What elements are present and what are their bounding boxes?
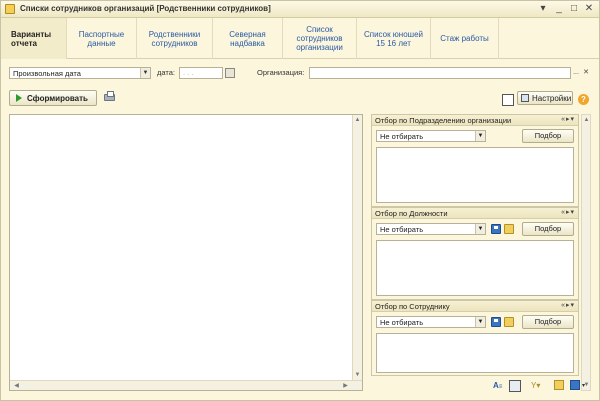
panel-title: Отбор по Сотруднику — [375, 302, 450, 311]
tab-work-experience[interactable]: Стаж работы — [431, 18, 499, 59]
filter-mode-value: Не отбирать — [380, 225, 424, 234]
filter-mode-select[interactable]: Не отбирать ▼ — [376, 316, 486, 328]
panel-controls[interactable]: «▸▾ — [561, 115, 575, 123]
filter-values-list[interactable] — [376, 147, 574, 203]
organization-input[interactable] — [309, 67, 571, 79]
filter-values-list[interactable] — [376, 333, 574, 373]
panel-title: Отбор по Должности — [375, 209, 448, 218]
tab-passport-data[interactable]: Паспортные данные — [67, 18, 137, 59]
filter-icon[interactable]: Y▾ — [531, 380, 540, 392]
report-window: Списки сотрудников организаций [Родствен… — [0, 0, 600, 401]
maximize-button[interactable]: □ — [568, 3, 580, 15]
chevron-down-icon[interactable]: ▾ — [582, 380, 585, 392]
report-variant-tabs: Варианты отчета Паспортные данные Родств… — [1, 18, 599, 59]
filter-mode-select[interactable]: Не отбирать ▼ — [376, 223, 486, 235]
folder-icon[interactable] — [554, 380, 564, 390]
date-input[interactable]: . . . — [179, 67, 223, 79]
filter-mode-value: Не отбирать — [380, 318, 424, 327]
grid-view-icon[interactable] — [509, 380, 521, 392]
tab-youth-list[interactable]: Список юношей 15 16 лет — [357, 18, 431, 59]
period-value: Произвольная дата — [13, 69, 81, 78]
panel-header: Отбор по Должности «▸▾ — [372, 208, 578, 219]
calendar-icon[interactable] — [225, 68, 235, 78]
pick-button[interactable]: Подбор — [522, 315, 574, 329]
organization-label: Организация: — [257, 68, 305, 77]
open-folder-icon[interactable] — [504, 224, 514, 234]
play-icon — [16, 94, 22, 102]
panel-header: Отбор по Подразделению организации «▸▾ — [372, 115, 578, 126]
pick-button[interactable]: Подбор — [522, 129, 574, 143]
scroll-down-icon[interactable]: ▼ — [353, 372, 362, 378]
scroll-up-icon[interactable]: ▲ — [353, 117, 362, 123]
tab-northern-bonus[interactable]: Северная надбавка — [213, 18, 283, 59]
scroll-right-icon[interactable]: ▶ — [341, 382, 350, 389]
minimize-button[interactable]: _ — [553, 3, 565, 15]
select-organization-button[interactable]: ... — [571, 68, 581, 78]
pick-button[interactable]: Подбор — [522, 222, 574, 236]
tab-employee-relatives[interactable]: Родственники сотрудников — [137, 18, 213, 59]
title-bar: Списки сотрудников организаций [Родствен… — [1, 1, 599, 18]
tab-org-employee-list[interactable]: Список сотрудников организации — [283, 18, 357, 59]
filter-mode-select[interactable]: Не отбирать ▼ — [376, 130, 486, 142]
panel-header: Отбор по Сотруднику «▸▾ — [372, 301, 578, 312]
help-icon[interactable]: ? — [578, 94, 589, 105]
panel-controls[interactable]: «▸▾ — [561, 208, 575, 216]
settings-icon — [521, 94, 529, 102]
horizontal-scrollbar[interactable]: ◀ ▶ — [10, 380, 362, 390]
save-icon[interactable] — [491, 317, 501, 327]
filter-values-list[interactable] — [376, 240, 574, 296]
clear-organization-button[interactable]: ✕ — [581, 68, 591, 78]
chevron-down-icon[interactable]: ▼ — [475, 224, 485, 234]
filter-panel-position: Отбор по Должности «▸▾ Не отбирать ▼ Под… — [371, 207, 579, 300]
tab-report-variants[interactable]: Варианты отчета — [1, 18, 67, 59]
generate-button[interactable]: Сформировать — [9, 90, 97, 106]
chevron-down-icon[interactable]: ▼ — [475, 131, 485, 141]
close-button[interactable]: ✕ — [583, 3, 595, 15]
vertical-scrollbar[interactable]: ▲ ▼ — [352, 115, 362, 380]
open-folder-icon[interactable] — [504, 317, 514, 327]
period-select[interactable]: Произвольная дата ▼ — [9, 67, 151, 79]
panel-layout-icon[interactable] — [502, 94, 514, 106]
app-icon — [5, 4, 15, 14]
date-label: дата: — [157, 68, 175, 77]
save-icon[interactable] — [491, 224, 501, 234]
scroll-up-icon[interactable]: ▲ — [582, 117, 591, 123]
window-title: Списки сотрудников организаций [Родствен… — [20, 4, 271, 13]
panel-title: Отбор по Подразделению организации — [375, 116, 512, 125]
filter-panel-employee: Отбор по Сотруднику «▸▾ Не отбирать ▼ По… — [371, 300, 579, 376]
window-menu-button[interactable]: ▾ — [537, 3, 549, 15]
report-result-area[interactable]: ▲ ▼ ◀ ▶ — [9, 114, 363, 391]
scroll-left-icon[interactable]: ◀ — [12, 382, 21, 389]
settings-button[interactable]: Настройки — [517, 91, 573, 105]
filters-scrollbar[interactable]: ▲ ▼ — [581, 114, 591, 391]
chevron-down-icon[interactable]: ▼ — [140, 68, 150, 78]
text-format-icon[interactable]: A≡ — [493, 380, 502, 392]
generate-label: Сформировать — [27, 93, 88, 103]
filter-panel-department: Отбор по Подразделению организации «▸▾ Н… — [371, 114, 579, 207]
chevron-down-icon[interactable]: ▼ — [475, 317, 485, 327]
print-icon[interactable] — [103, 91, 115, 103]
filter-mode-value: Не отбирать — [380, 132, 424, 141]
settings-label: Настройки — [532, 93, 572, 103]
date-placeholder: . . . — [183, 68, 194, 77]
panel-controls[interactable]: «▸▾ — [561, 301, 575, 309]
save-icon[interactable] — [570, 380, 580, 390]
